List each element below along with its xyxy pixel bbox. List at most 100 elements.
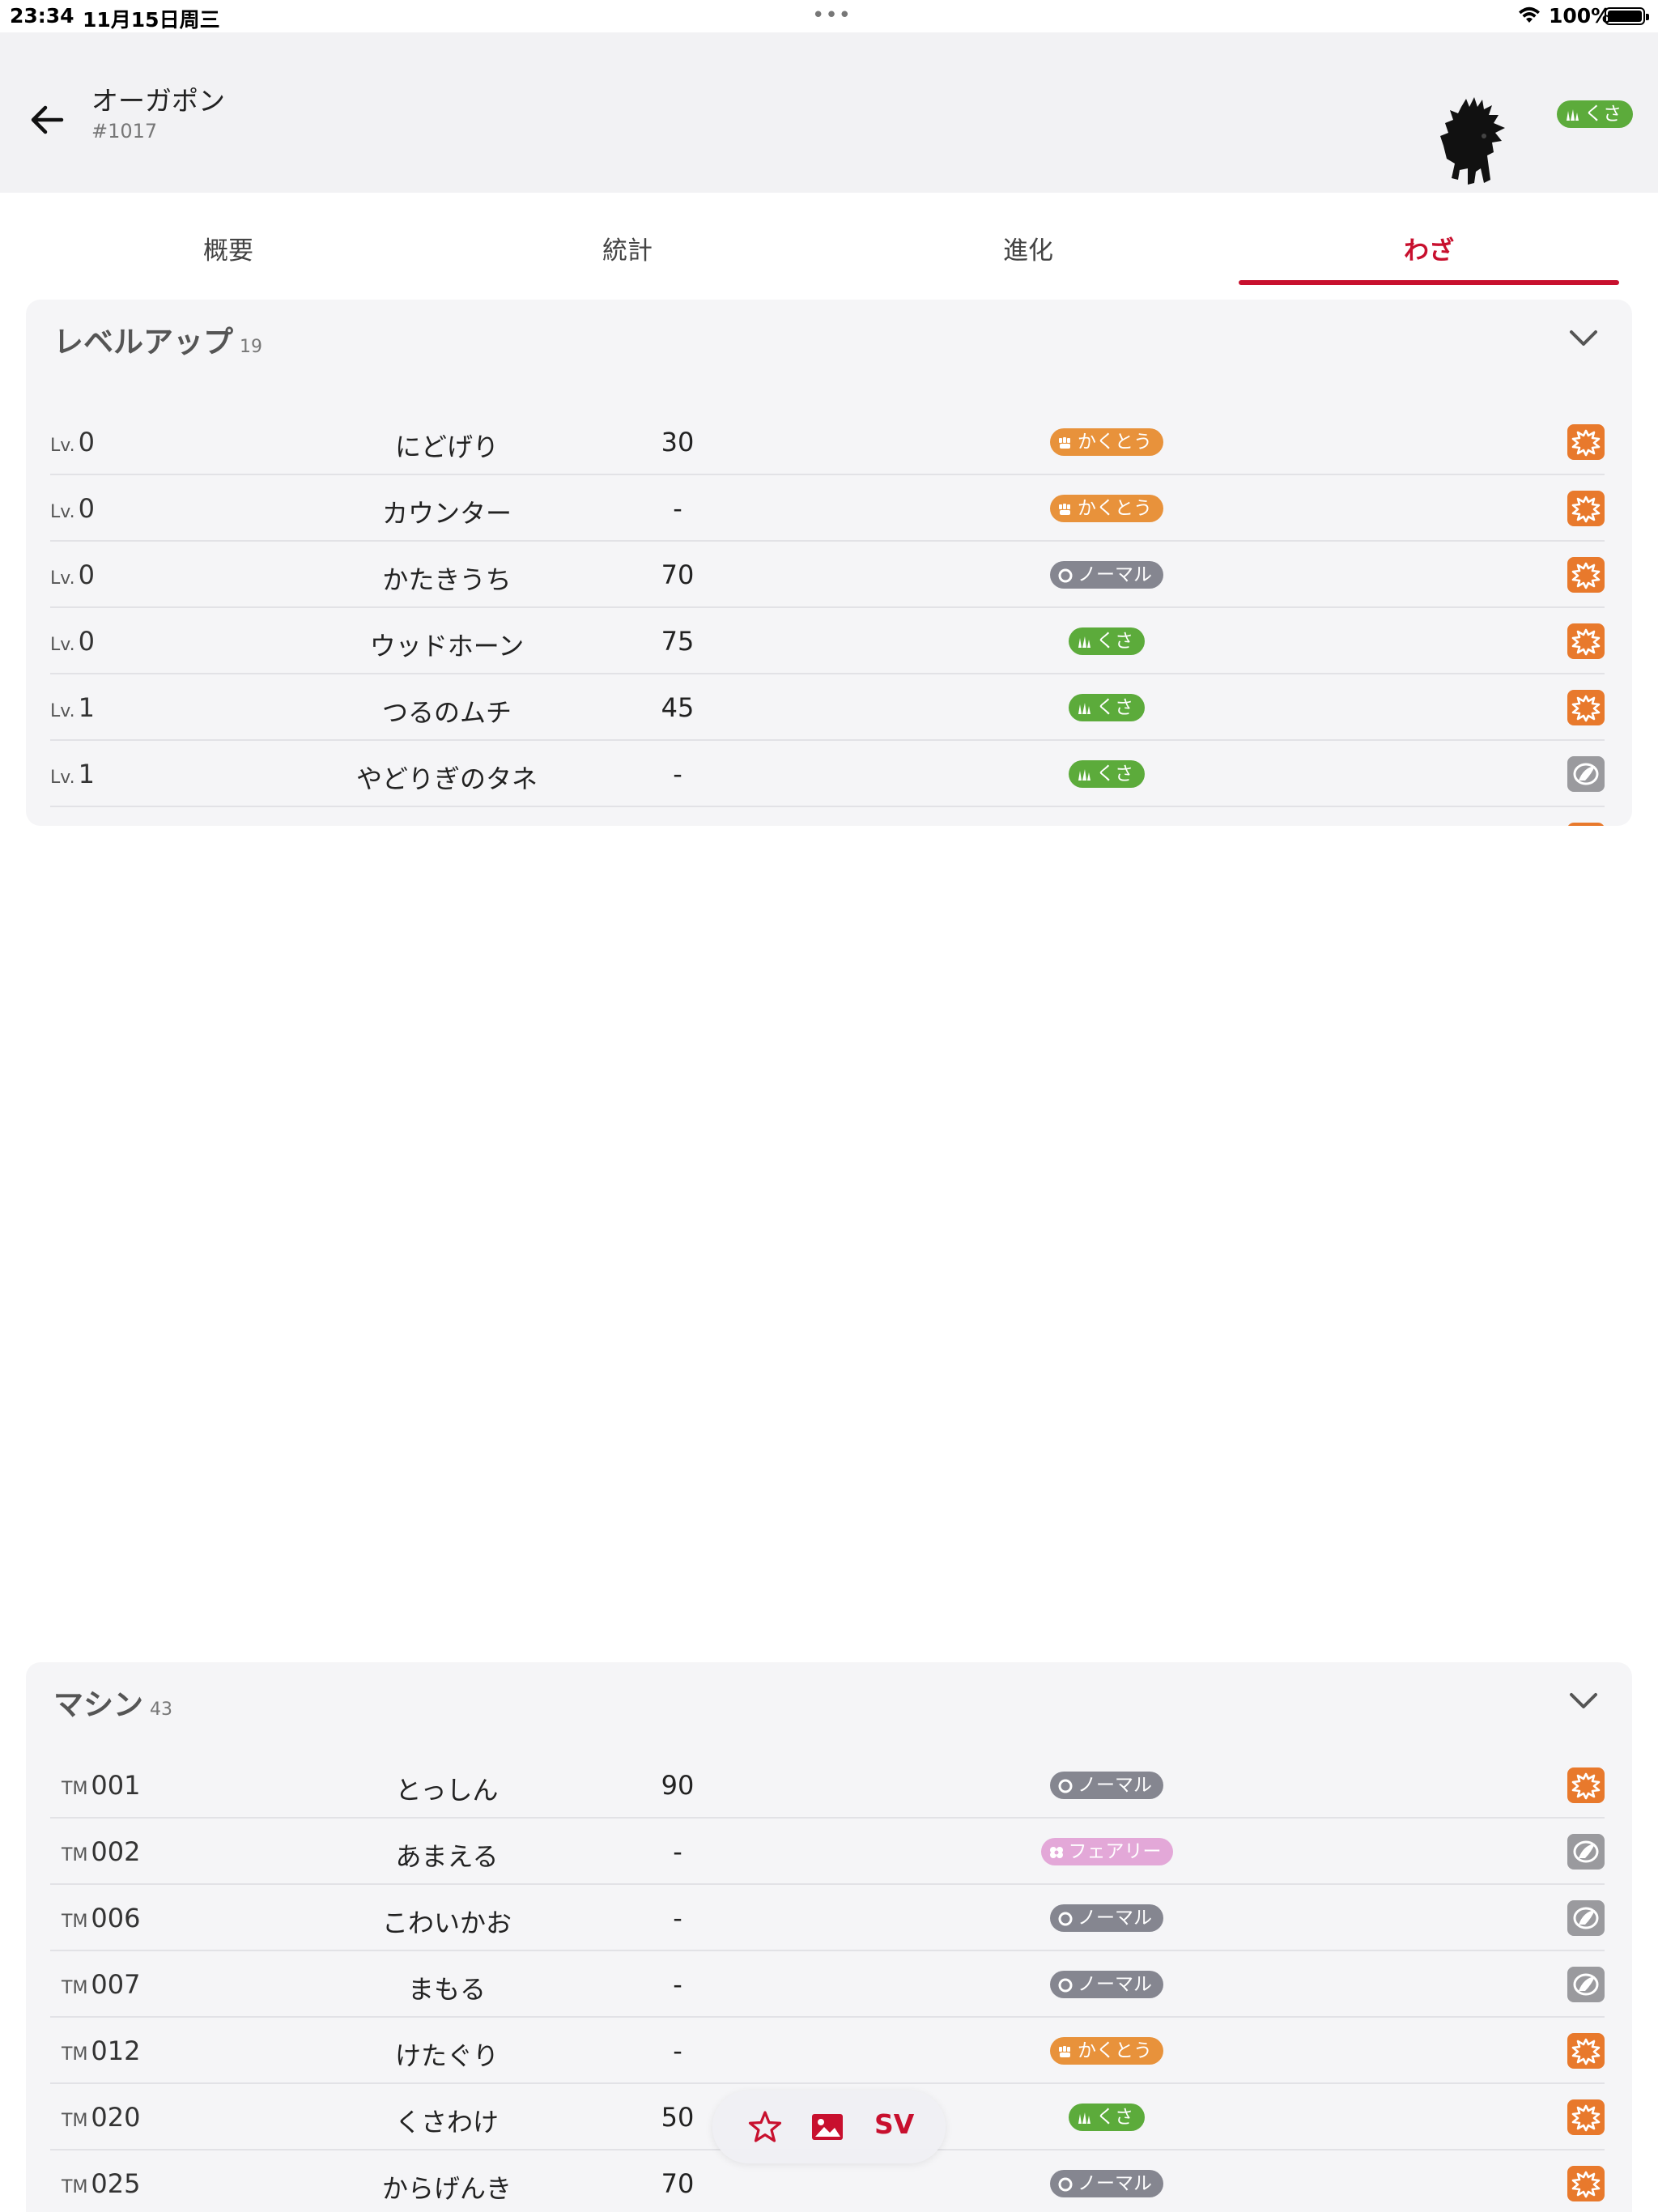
level-prefix: Lv. (50, 635, 75, 655)
level-prefix: TM (62, 1845, 88, 1865)
move-name: つるのムチ (381, 697, 512, 728)
back-arrow-icon[interactable] (23, 96, 71, 144)
grass-icon (1077, 627, 1091, 655)
multitask-dots[interactable]: ••• (812, 3, 852, 28)
move-type: ノーマル (997, 561, 1216, 589)
normal-type-icon (1058, 1904, 1073, 1932)
type-badge: くさ (1069, 694, 1145, 721)
move-name: あまえる (395, 1841, 499, 1872)
tab-3[interactable]: 進化 (838, 230, 1218, 279)
image-icon[interactable] (810, 2112, 844, 2142)
move-row[interactable]: TM 006 こわいかお - ノーマル (50, 1885, 1605, 1951)
header-type-badge: くさ (1557, 100, 1633, 128)
move-row[interactable]: TM 002 あまえる - フェアリー (50, 1819, 1605, 1885)
move-row[interactable]: Lv. 1 つるのムチ 45 くさ (50, 674, 1605, 741)
section-count: 19 (240, 337, 262, 357)
sv-button[interactable]: SV (874, 2108, 914, 2140)
levelup-moves-section: レベルアップ 19 Lv. 0 にどげり 30 かくとう Lv. 0 カウンター - かくとう Lv.… (26, 300, 1632, 826)
physical-category-icon (1567, 2166, 1605, 2201)
physical-category-icon (1567, 424, 1605, 460)
type-label: くさ (1096, 764, 1133, 785)
star-icon[interactable] (748, 2110, 782, 2144)
move-type: くさ (997, 760, 1216, 788)
move-name: とっしん (395, 1775, 499, 1806)
tab-4[interactable]: わざ (1239, 230, 1619, 279)
type-label: かくとう (1078, 2040, 1152, 2061)
type-badge: かくとう (1050, 2037, 1163, 2065)
pokemon-header: オーガポン #1017 くさ (0, 32, 1658, 193)
type-badge: かくとう (1050, 495, 1163, 522)
section-count: 43 (150, 1699, 172, 1720)
status-category-icon (1567, 1834, 1605, 1870)
level-prefix: TM (62, 2044, 88, 2065)
move-level: Lv. 0 (50, 427, 95, 457)
move-type: くさ (997, 2104, 1216, 2131)
type-label: くさ (1096, 631, 1133, 652)
normal-type-icon (1058, 1971, 1073, 1998)
battery-percent: 100% (1549, 4, 1612, 28)
move-level: TM 002 (62, 1836, 141, 1867)
move-name: にどげり (394, 432, 499, 462)
chevron-down-icon[interactable] (1567, 325, 1600, 350)
move-name: カウンター (381, 498, 512, 529)
floating-toolbar: SV (712, 2091, 946, 2163)
move-power: - (673, 1903, 682, 1933)
type-label: ノーマル (1078, 1775, 1152, 1796)
type-label: かくとう (1078, 432, 1152, 453)
move-power: 40 (625, 825, 730, 826)
active-tab-indicator (1239, 280, 1619, 285)
move-type: かくとう (997, 2037, 1216, 2065)
physical-category-icon (1567, 557, 1605, 593)
move-name: かたきうち (382, 564, 512, 595)
move-level: TM 007 (62, 1969, 141, 2000)
status-time: 23:34 (10, 4, 74, 28)
level-prefix: Lv. (50, 701, 75, 721)
move-level: Lv. 0 (50, 559, 95, 590)
battery-icon (1605, 7, 1649, 25)
move-row[interactable]: Lv. 0 カウンター - かくとう (50, 475, 1605, 542)
physical-category-icon (1567, 623, 1605, 659)
type-label: くさ (1096, 697, 1133, 718)
type-badge: ノーマル (1050, 2170, 1163, 2197)
chevron-down-icon[interactable] (1567, 1688, 1600, 1712)
pokemon-name: オーガポン (91, 85, 225, 117)
move-power: - (673, 1969, 682, 2000)
move-type: くさ (997, 694, 1216, 721)
level-prefix: TM (62, 2111, 88, 2131)
pokemon-silhouette-image (1440, 97, 1505, 185)
move-name: からげんき (381, 2173, 512, 2204)
move-power: - (673, 493, 682, 524)
section-title: レベルアップ 19 (53, 325, 262, 359)
level-prefix: TM (62, 1978, 88, 1998)
status-category-icon (1567, 1967, 1605, 2002)
move-type: ノーマル (997, 2170, 1216, 2197)
move-power: 30 (661, 427, 695, 457)
type-badge: かくとう (1050, 428, 1163, 456)
move-level: Lv.1 (50, 759, 95, 789)
move-row[interactable]: Lv. 0 にどげり 30 かくとう (50, 409, 1605, 475)
move-row[interactable]: Lv. 0 ウッドホーン 75 くさ (50, 608, 1605, 674)
type-badge: くさ (1557, 100, 1633, 128)
fist-icon (1058, 2037, 1073, 2065)
move-row[interactable]: Lv. 0 かたきうち 70 ノーマル (50, 542, 1605, 608)
tab-1[interactable]: 概要 (38, 230, 419, 279)
type-label: ノーマル (1078, 1974, 1152, 1995)
move-level: Lv. 0 (50, 493, 95, 524)
type-badge: フェアリー (1040, 1838, 1173, 1865)
level-prefix: TM (62, 2177, 88, 2197)
move-row[interactable]: TM 007 まもる - ノーマル (50, 1951, 1605, 2018)
move-level: Lv.1 (50, 825, 95, 826)
move-row[interactable]: Lv.1でんこうせっか40ノーマル (50, 807, 1605, 826)
move-row[interactable]: Lv. 1 やどりぎのタネ - くさ (50, 741, 1605, 807)
move-row[interactable]: TM 012 けたぐり - かくとう (50, 2018, 1605, 2084)
grass-icon (1077, 2104, 1091, 2131)
physical-category-icon (1567, 491, 1605, 526)
tab-2[interactable]: 統計 (437, 230, 818, 279)
move-row[interactable]: TM 001 とっしん 90 ノーマル (50, 1752, 1605, 1819)
fairy-type-icon (1049, 1838, 1064, 1865)
move-name: まもる (407, 1974, 486, 2005)
move-power: - (673, 759, 682, 789)
physical-category-icon (1567, 2099, 1605, 2135)
move-type: かくとう (997, 495, 1216, 522)
move-name: けたぐり (394, 2040, 499, 2071)
